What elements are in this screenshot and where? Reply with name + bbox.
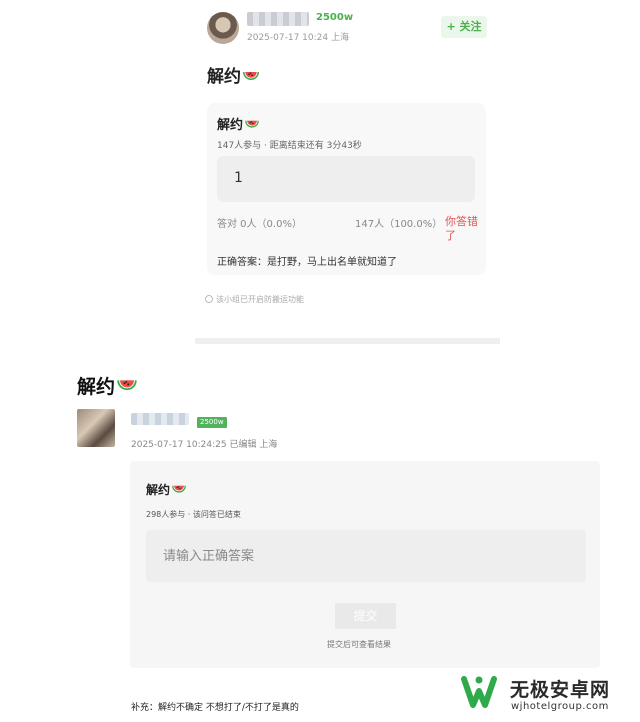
submit-button[interactable]: 提交 [335, 603, 396, 629]
submitted-answer: 1 [234, 170, 243, 186]
post-title: 解约 [77, 372, 138, 399]
user-name-blurred[interactable] [247, 12, 309, 26]
post-title-text: 解约 [207, 67, 241, 87]
post-card-top: 2500w 2025-07-17 10:24 上海 + 关注 解约 解约 147… [195, 0, 500, 345]
watermelon-icon [172, 485, 186, 493]
user-name-blurred[interactable] [131, 413, 189, 425]
quiz-meta: 298人参与 · 该问答已结束 [146, 510, 241, 519]
submitted-answer-box: 1 [217, 156, 475, 202]
follow-button[interactable]: + 关注 [441, 16, 487, 38]
site-watermark: 无极安卓网 wjhotelgroup.com [450, 655, 640, 722]
site-url: wjhotelgroup.com [511, 701, 609, 712]
correct-answer: 正确答案：是打野，马上出名单就知道了 [217, 257, 397, 268]
watermelon-icon [245, 120, 259, 128]
quiz-card: 解约 147人参与 · 距离结束还有 3分43秒 1 答对 0人（0.0%） 1… [207, 103, 486, 275]
post-meta: 2025-07-17 10:24:25 已编辑 上海 [131, 440, 278, 450]
quiz-meta: 147人参与 · 距离结束还有 3分43秒 [217, 141, 362, 151]
follower-count: 2500w [316, 12, 354, 23]
answer-input[interactable] [146, 530, 586, 582]
info-icon [205, 295, 213, 303]
quiz-title-text: 解约 [146, 483, 171, 497]
quiz-title: 解约 [146, 481, 187, 498]
avatar[interactable] [77, 409, 115, 447]
site-logo-icon [461, 676, 497, 708]
wrong-answer-tag: 你答错了 [445, 215, 478, 242]
supplement-note: 补充：解约不确定 不想打了/不打了是真的 [131, 703, 299, 713]
quiz-title: 解约 [217, 114, 260, 133]
correct-stat: 答对 0人（0.0%） [217, 219, 302, 230]
anti-repost-notice-text: 该小组已开启防搬运功能 [216, 295, 304, 304]
site-name: 无极安卓网 [510, 679, 611, 701]
quiz-card: 解约 298人参与 · 该问答已结束 提交 提交后可查看结果 [130, 461, 600, 668]
follower-badge: 2500w [197, 417, 227, 428]
anti-repost-notice: 该小组已开启防搬运功能 [205, 294, 304, 305]
wrong-stat: 147人（100.0%） [355, 219, 443, 230]
quiz-title-text: 解约 [217, 118, 244, 133]
avatar[interactable] [207, 12, 239, 44]
watermelon-icon [117, 380, 137, 391]
submit-hint: 提交后可查看结果 [327, 640, 391, 649]
post-meta: 2025-07-17 10:24 上海 [247, 33, 349, 43]
post-title-text: 解约 [77, 376, 116, 398]
section-divider [195, 338, 500, 344]
post-title: 解约 [207, 62, 260, 87]
watermelon-icon [243, 72, 259, 80]
